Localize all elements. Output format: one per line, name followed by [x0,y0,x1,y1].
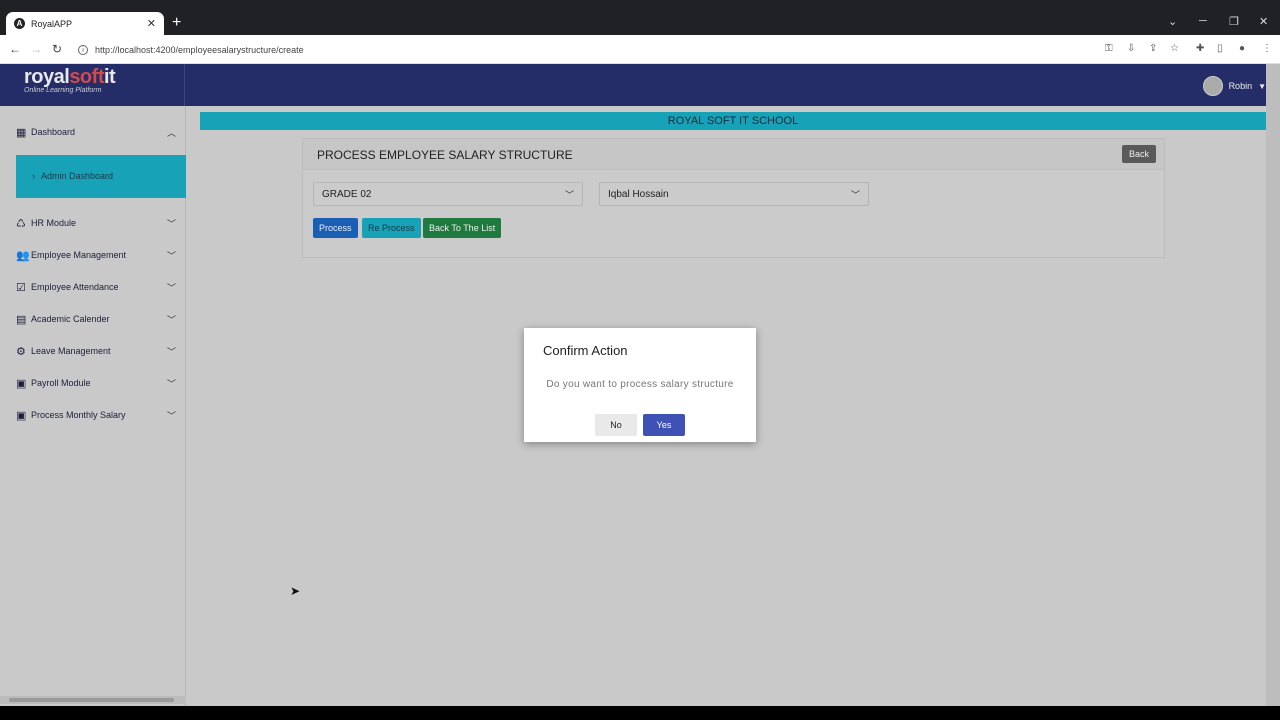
school-banner: ROYAL SOFT IT SCHOOL [200,112,1266,130]
restore-button[interactable]: ❐ [1229,15,1239,28]
chevron-down-icon: ﹀ [850,189,860,200]
hr-icon: ♺ [16,217,26,230]
chevron-down-icon: ﹀ [166,282,176,293]
dialog-title: Confirm Action [543,343,628,358]
sidebar-item-hr-module[interactable]: ♺ HR Module ﹀ [16,213,176,233]
logo-royal: royal [24,66,70,88]
process-button[interactable]: Process [313,218,358,238]
calendar-icon: ▤ [16,313,27,326]
install-icon[interactable]: ⇩ [1127,43,1135,54]
sidebar-item-label: Employee Management [31,250,127,260]
browser-window: A RoyalAPP ✕ + ⌄ ─ ❐ ✕ ← → ↻ i http://lo… [0,0,1280,720]
employee-select[interactable]: Iqbal Hossain ﹀ [599,182,869,206]
key-icon[interactable]: ⚿ [1105,43,1113,54]
sidebar-item-process-monthly-salary[interactable]: ▣ Process Monthly Salary ﹀ [16,405,176,425]
sidebar-item-label: Employee Attendance [31,282,119,292]
back-button[interactable]: Back [1121,145,1156,163]
chevron-down-icon: ﹀ [166,346,176,357]
address-bar[interactable]: i http://localhost:4200/employeesalaryst… [78,41,1088,59]
money-icon: ▣ [16,409,27,422]
salary-structure-card: PROCESS EMPLOYEE SALARY STRUCTURE Back G… [302,138,1165,258]
reprocess-button[interactable]: Re Process [362,218,421,238]
minimize-button[interactable]: ─ [1199,15,1207,27]
user-menu[interactable]: Robin ▼ [1202,76,1266,96]
tab-search-icon[interactable]: ⌄ [1168,15,1177,28]
site-info-icon[interactable]: i [78,45,88,55]
employee-select-value: Iqbal Hossain [608,188,669,200]
dialog-message: Do you want to process salary structure [546,379,734,390]
checkbox-icon: ☑ [16,281,26,294]
sidebar-item-label: Process Monthly Salary [31,410,126,420]
sidebar-item-label: Academic Calender [31,314,110,324]
caret-down-icon: ▼ [1258,81,1266,91]
new-tab-button[interactable]: + [172,15,181,31]
sidebar-item-employee-management[interactable]: 👥 Employee Management ﹀ [16,245,176,265]
sidebar-item-label: Payroll Module [31,378,91,388]
logo[interactable]: royalsoftit Online Learning Platform [24,66,116,94]
user-name: Robin [1228,81,1253,91]
sidebar-item-label: Admin Dashboard [41,171,114,181]
sidebar-item-label: Dashboard [31,127,76,137]
submenu-dashboard: › Admin Dashboard [16,155,186,198]
angular-favicon-icon: A [14,18,25,29]
app-viewport: royalsoftit Online Learning Platform Rob… [0,64,1280,706]
bookmark-star-icon[interactable]: ☆ [1170,43,1179,54]
page-vertical-scrollbar[interactable] [1266,64,1280,706]
bottom-edge [0,706,1280,720]
gear-icon: ⚙ [16,345,26,358]
tab-title: RoyalAPP [31,18,73,29]
close-window-button[interactable]: ✕ [1259,15,1268,28]
chevron-right-icon: › [32,171,35,181]
share-icon[interactable]: ⇪ [1149,43,1157,54]
browser-tab[interactable]: A RoyalAPP ✕ [6,12,164,35]
chevron-up-icon: ︿ [166,127,176,138]
app-header: royalsoftit Online Learning Platform Rob… [0,64,1280,106]
sidebar-horizontal-scrollbar[interactable] [0,696,186,704]
sidebar-item-admin-dashboard[interactable]: › Admin Dashboard [32,171,113,181]
sidebar-item-academic-calender[interactable]: ▤ Academic Calender ﹀ [16,309,176,329]
mouse-cursor-icon: ➤ [290,584,301,598]
menu-kebab-icon[interactable]: ⋮ [1262,43,1272,54]
back-to-list-button[interactable]: Back To The List [423,218,502,238]
sidebar-item-label: Leave Management [31,346,111,356]
scrollbar-thumb[interactable] [9,698,174,702]
chevron-down-icon: ﹀ [166,378,176,389]
logo-soft: soft [69,66,104,88]
grade-select-value: GRADE 02 [322,188,372,200]
profile-icon[interactable]: ● [1239,43,1245,54]
no-button[interactable]: No [595,414,637,436]
chevron-down-icon: ﹀ [166,218,176,229]
chevron-down-icon: ﹀ [564,189,574,200]
confirm-dialog: Confirm Action Do you want to process sa… [524,328,756,442]
sidepanel-icon[interactable]: ▯ [1217,43,1223,54]
sidebar-item-employee-attendance[interactable]: ☑ Employee Attendance ﹀ [16,277,176,297]
extensions-icon[interactable]: ✚ [1196,43,1204,54]
sidebar-item-label: HR Module [31,218,77,228]
sidebar: ▦ Dashboard ︿ › Admin Dashboard ♺ HR Mod… [0,106,186,706]
browser-toolbar: ← → ↻ i http://localhost:4200/employeesa… [0,35,1280,64]
tab-strip: A RoyalAPP ✕ + ⌄ ─ ❐ ✕ [0,0,1280,35]
avatar [1202,76,1223,96]
chevron-down-icon: ﹀ [166,410,176,421]
sidebar-item-payroll-module[interactable]: ▣ Payroll Module ﹀ [16,373,176,393]
sidebar-item-leave-management[interactable]: ⚙ Leave Management ﹀ [16,341,176,361]
url-text: http://localhost:4200/employeesalarystru… [95,45,304,55]
tab-close-icon[interactable]: ✕ [147,17,156,30]
header-divider [184,64,185,106]
yes-button[interactable]: Yes [643,414,685,436]
reload-icon[interactable]: ↻ [52,42,62,56]
back-arrow-icon[interactable]: ← [9,42,21,56]
card-header: PROCESS EMPLOYEE SALARY STRUCTURE Back [303,139,1164,170]
sidebar-item-dashboard[interactable]: ▦ Dashboard ︿ [16,122,176,142]
money-icon: ▣ [16,377,27,390]
page-title: PROCESS EMPLOYEE SALARY STRUCTURE [317,148,573,162]
people-icon: 👥 [16,249,30,262]
dashboard-icon: ▦ [16,126,27,139]
chevron-down-icon: ﹀ [166,250,176,261]
forward-arrow-icon[interactable]: → [30,42,42,56]
logo-it: it [103,66,116,88]
grade-select[interactable]: GRADE 02 ﹀ [313,182,583,206]
chevron-down-icon: ﹀ [166,314,176,325]
